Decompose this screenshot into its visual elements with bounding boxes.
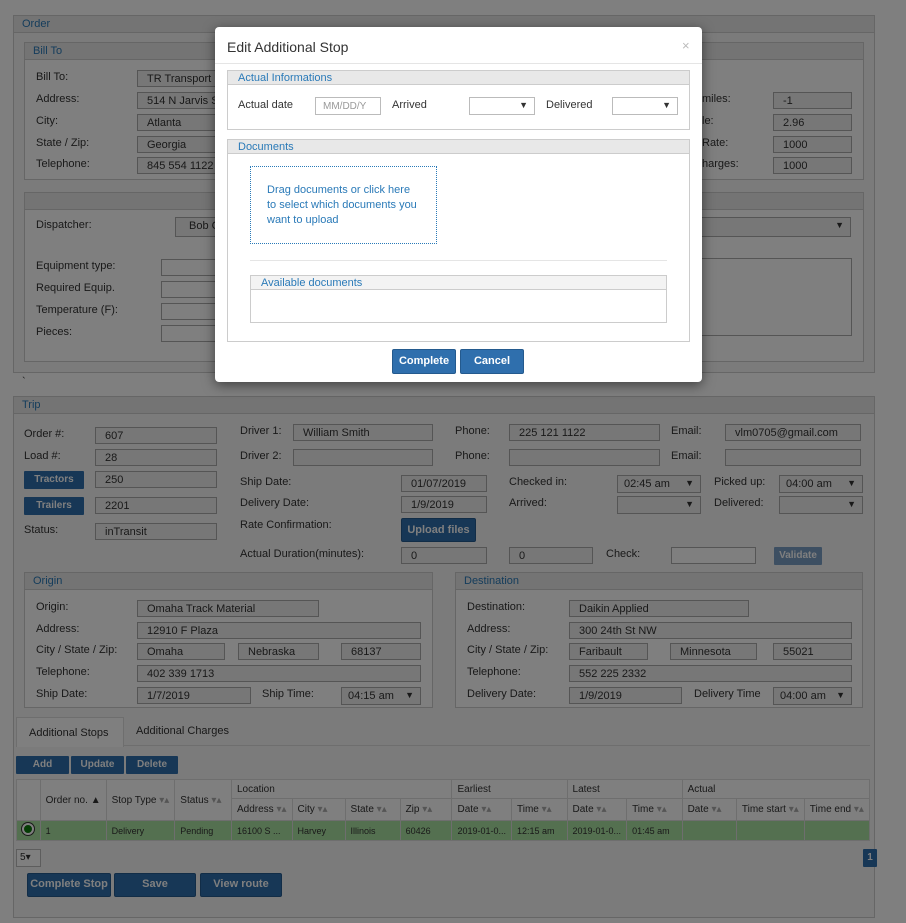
available-documents-header: Available documents — [251, 276, 666, 290]
available-documents-panel: Available documents — [250, 275, 667, 323]
delivered-select[interactable]: ▼ — [612, 97, 678, 115]
arrived-select[interactable]: ▼ — [469, 97, 535, 115]
chevron-down-icon: ▼ — [662, 100, 671, 110]
delivered-label: Delivered — [546, 99, 593, 111]
actual-informations-header: Actual Informations — [228, 71, 689, 85]
arrived-label: Arrived — [392, 99, 427, 111]
close-icon[interactable]: × — [682, 38, 690, 53]
actual-date-label: Actual date — [238, 99, 294, 111]
edit-stop-modal: Edit Additional Stop × Actual Informatio… — [215, 27, 702, 382]
chevron-down-icon: ▼ — [519, 100, 528, 110]
modal-title: Edit Additional Stop — [227, 39, 349, 55]
documents-divider — [250, 260, 667, 261]
documents-header: Documents — [228, 140, 689, 154]
document-dropzone[interactable]: Drag documents or click here to select w… — [250, 166, 437, 244]
actual-date-input[interactable]: MM/DD/Y — [315, 97, 381, 115]
cancel-button[interactable]: Cancel — [460, 349, 524, 374]
modal-header-divider — [215, 63, 702, 64]
complete-button[interactable]: Complete — [392, 349, 456, 374]
